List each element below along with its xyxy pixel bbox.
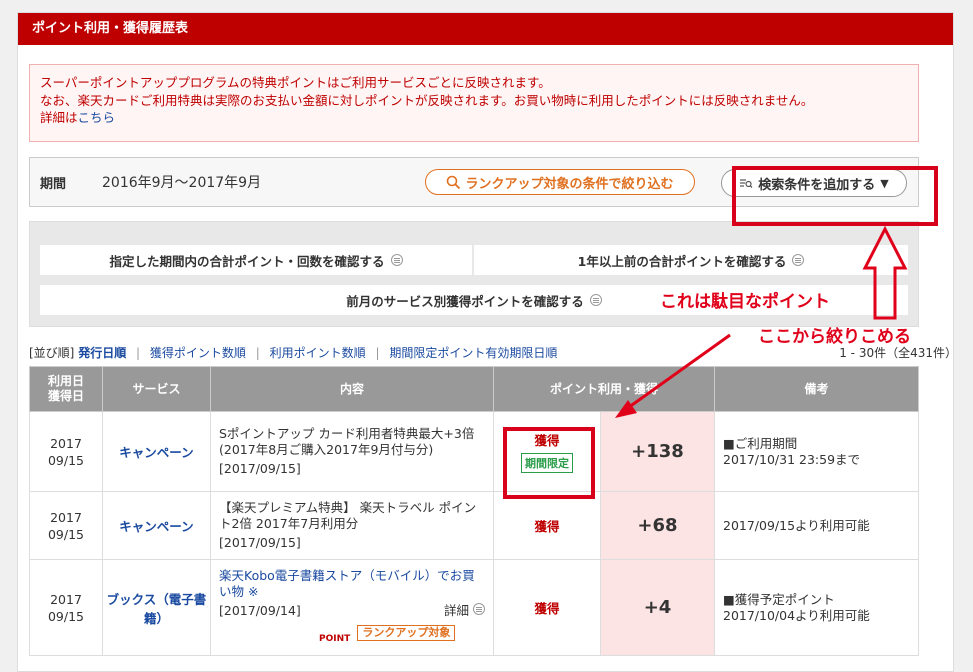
annotation-bad-point: これは駄目なポイント <box>660 292 830 312</box>
up-arrow-icon <box>862 225 908 320</box>
diagonal-arrow-icon <box>615 333 731 418</box>
annotation-can-filter: ここから絞りこめる <box>758 327 911 347</box>
